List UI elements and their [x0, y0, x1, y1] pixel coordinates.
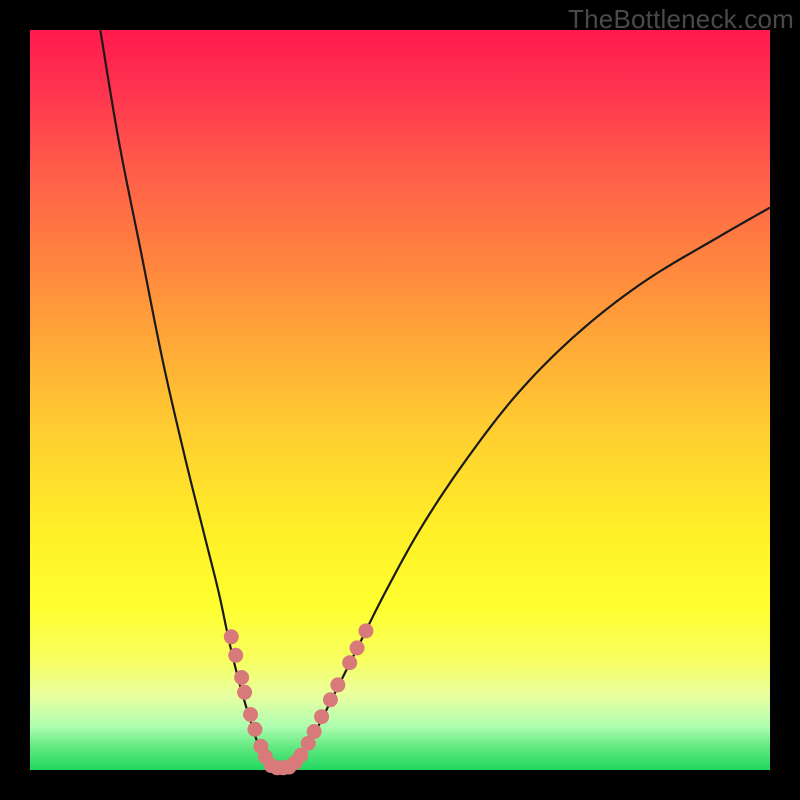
curve-group	[100, 30, 770, 770]
data-dot	[358, 623, 373, 638]
data-dot	[247, 722, 262, 737]
data-dot	[234, 670, 249, 685]
chart-svg	[30, 30, 770, 770]
plot-area	[30, 30, 770, 770]
chart-frame: TheBottleneck.com	[0, 0, 800, 800]
data-dot	[228, 648, 243, 663]
data-dot	[243, 707, 258, 722]
data-dot	[224, 629, 239, 644]
data-dot	[314, 709, 329, 724]
data-dot	[330, 677, 345, 692]
data-dot	[342, 655, 357, 670]
right-curve	[289, 208, 770, 770]
dots-group	[224, 623, 374, 775]
data-dot	[307, 724, 322, 739]
data-dot	[237, 685, 252, 700]
data-dot	[323, 692, 338, 707]
left-curve	[100, 30, 274, 770]
watermark-text: TheBottleneck.com	[568, 4, 794, 35]
data-dot	[350, 640, 365, 655]
